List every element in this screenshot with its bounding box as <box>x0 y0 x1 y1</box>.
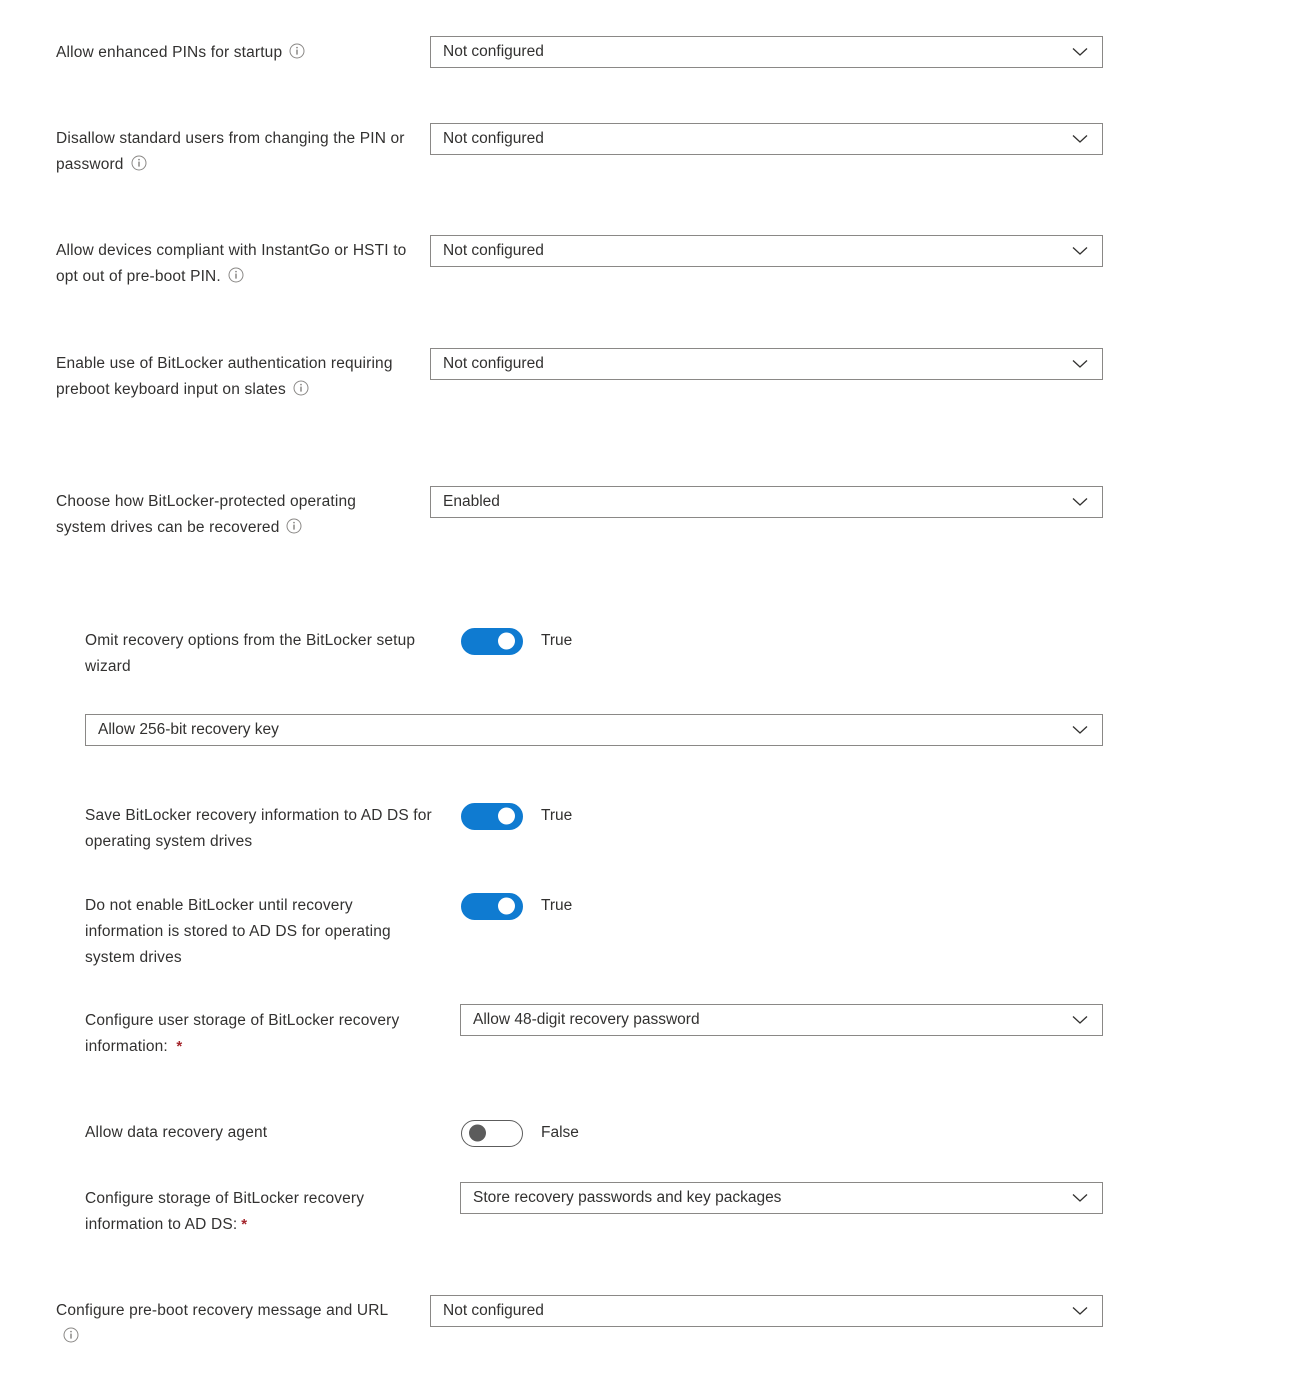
toggle-knob <box>498 897 515 915</box>
label-text: Configure pre-boot recovery message and … <box>56 1302 389 1319</box>
dropdown-value: Not configured <box>443 1302 544 1319</box>
setting-dropdown-choose-how-bitlocker-protected-operating-system-drives-can-be-recovered[interactable]: Enabled <box>430 486 1103 518</box>
setting-toggle-do-not-enable-bitlocker-until-recovery-information-is-stored-to-ad-ds-for-operating-system-drives[interactable] <box>461 892 523 920</box>
label-text: Disallow standard users from changing th… <box>56 130 410 173</box>
info-icon[interactable] <box>286 518 302 534</box>
setting-label-save-bitlocker-recovery-information-to-ad-ds-for-operating-system-drives: Save BitLocker recovery information to A… <box>85 803 445 855</box>
setting-dropdown-allow-enhanced-pins-for-startup[interactable]: Not configured <box>430 36 1103 68</box>
dropdown-value: Allow 256-bit recovery key <box>98 721 279 738</box>
chevron-down-icon <box>1072 247 1088 255</box>
setting-dropdown-allow-devices-compliant-with-instantgo-or-hsti-to-opt-out-of-pre-boot-pin[interactable]: Not configured <box>430 235 1103 267</box>
setting-toggle-allow-data-recovery-agent[interactable] <box>461 1119 523 1147</box>
setting-dropdown-configure-storage-of-bitlocker-recovery-information-to-ad-ds[interactable]: Store recovery passwords and key package… <box>460 1182 1103 1214</box>
setting-label-configure-user-storage-of-bitlocker-recovery-information: Configure user storage of BitLocker reco… <box>85 1008 440 1060</box>
label-text: Enable use of BitLocker authentication r… <box>56 355 398 398</box>
label-text: Save BitLocker recovery information to A… <box>85 807 437 850</box>
setting-label-configure-pre-boot-recovery-message-and-url: Configure pre-boot recovery message and … <box>56 1298 406 1350</box>
info-icon[interactable] <box>289 43 305 59</box>
setting-dropdown-enable-use-of-bitlocker-authentication-requiring-preboot-keyboard-input-on-slates[interactable]: Not configured <box>430 348 1103 380</box>
toggle-knob <box>469 1124 486 1142</box>
info-icon[interactable] <box>131 155 147 171</box>
setting-label-disallow-standard-users-from-changing-the-pin-or-password: Disallow standard users from changing th… <box>56 126 416 178</box>
setting-toggle-wrap-omit-recovery-options-from-the-bitlocker-setup-wizard: True <box>461 627 572 655</box>
dropdown-value: Not configured <box>443 242 544 259</box>
dropdown-value: Not configured <box>443 43 544 60</box>
setting-label-allow-enhanced-pins-for-startup: Allow enhanced PINs for startup <box>56 40 416 66</box>
setting-dropdown-allow-256-bit-recovery-key[interactable]: Allow 256-bit recovery key <box>85 714 1103 746</box>
setting-label-do-not-enable-bitlocker-until-recovery-information-is-stored-to-ad-ds-for-operating-system-drives: Do not enable BitLocker until recovery i… <box>85 893 435 971</box>
setting-label-configure-storage-of-bitlocker-recovery-information-to-ad-ds: Configure storage of BitLocker recovery … <box>85 1186 445 1238</box>
chevron-down-icon <box>1072 1307 1088 1315</box>
dropdown-value: Enabled <box>443 493 500 510</box>
chevron-down-icon <box>1072 48 1088 56</box>
setting-toggle-wrap-allow-data-recovery-agent: False <box>461 1119 579 1147</box>
label-text: Omit recovery options from the BitLocker… <box>85 632 420 675</box>
label-text: Configure storage of BitLocker recovery … <box>85 1190 369 1233</box>
info-icon[interactable] <box>63 1327 79 1343</box>
toggle-knob <box>498 807 515 825</box>
setting-label-choose-how-bitlocker-protected-operating-system-drives-can-be-recovered: Choose how BitLocker-protected operating… <box>56 489 386 541</box>
bitlocker-os-drive-settings-form: Allow enhanced PINs for startup Not conf… <box>0 0 1312 1396</box>
toggle-state-label: True <box>541 897 573 914</box>
label-text: Allow data recovery agent <box>85 1124 268 1141</box>
toggle-state-label: False <box>541 1124 579 1141</box>
setting-dropdown-configure-pre-boot-recovery-message-and-url[interactable]: Not configured <box>430 1295 1103 1327</box>
dropdown-value: Not configured <box>443 355 544 372</box>
setting-label-omit-recovery-options-from-the-bitlocker-setup-wizard: Omit recovery options from the BitLocker… <box>85 628 455 680</box>
chevron-down-icon <box>1072 135 1088 143</box>
chevron-down-icon <box>1072 726 1088 734</box>
setting-toggle-wrap-save-bitlocker-recovery-information-to-ad-ds-for-operating-system-drives: True <box>461 802 572 830</box>
dropdown-value: Allow 48-digit recovery password <box>473 1011 700 1028</box>
label-text: Configure user storage of BitLocker reco… <box>85 1012 404 1055</box>
label-text: Do not enable BitLocker until recovery i… <box>85 897 396 966</box>
required-marker: * <box>176 1038 183 1055</box>
toggle-knob <box>498 632 515 650</box>
setting-label-enable-use-of-bitlocker-authentication-requiring-preboot-keyboard-input-on-slates: Enable use of BitLocker authentication r… <box>56 351 426 403</box>
toggle-state-label: True <box>541 632 573 649</box>
dropdown-value: Not configured <box>443 130 544 147</box>
info-icon[interactable] <box>293 380 309 396</box>
setting-label-allow-data-recovery-agent: Allow data recovery agent <box>85 1120 445 1146</box>
chevron-down-icon <box>1072 360 1088 368</box>
chevron-down-icon <box>1072 1194 1088 1202</box>
setting-toggle-save-bitlocker-recovery-information-to-ad-ds-for-operating-system-drives[interactable] <box>461 802 523 830</box>
required-marker: * <box>241 1216 248 1233</box>
label-text: Allow enhanced PINs for startup <box>56 44 283 61</box>
setting-dropdown-disallow-standard-users-from-changing-the-pin-or-password[interactable]: Not configured <box>430 123 1103 155</box>
toggle-state-label: True <box>541 807 573 824</box>
setting-dropdown-configure-user-storage-of-bitlocker-recovery-information[interactable]: Allow 48-digit recovery password <box>460 1004 1103 1036</box>
label-text: Choose how BitLocker-protected operating… <box>56 493 361 536</box>
setting-label-allow-devices-compliant-with-instantgo-or-hsti-to-opt-out-of-pre-boot-pin: Allow devices compliant with InstantGo o… <box>56 238 416 290</box>
setting-toggle-omit-recovery-options-from-the-bitlocker-setup-wizard[interactable] <box>461 627 523 655</box>
chevron-down-icon <box>1072 498 1088 506</box>
setting-toggle-wrap-do-not-enable-bitlocker-until-recovery-information-is-stored-to-ad-ds-for-operating-system-drives: True <box>461 892 572 920</box>
info-icon[interactable] <box>228 267 244 283</box>
chevron-down-icon <box>1072 1016 1088 1024</box>
dropdown-value: Store recovery passwords and key package… <box>473 1189 782 1206</box>
